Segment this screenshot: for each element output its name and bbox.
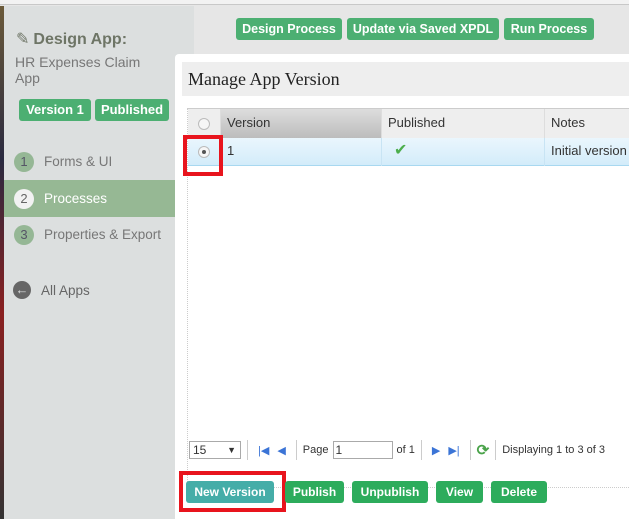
page-size-select[interactable]: 15 ▼	[189, 441, 241, 459]
design-process-button[interactable]: Design Process	[236, 18, 342, 40]
table-row[interactable]: 1 ✔ Initial version	[188, 138, 629, 166]
arrow-left-circle-icon: ←	[13, 281, 31, 299]
page-input[interactable]: 1	[332, 441, 393, 459]
nav-label: Processes	[44, 191, 108, 206]
page-count: of 1	[396, 444, 415, 456]
edit-icon: ✎	[16, 31, 30, 48]
version-badge: Version 1	[19, 99, 91, 121]
publish-button[interactable]: Publish	[285, 481, 344, 503]
divider	[420, 440, 422, 460]
version-cell: 1	[221, 138, 382, 166]
update-xpdl-button[interactable]: Update via Saved XPDL	[347, 18, 499, 40]
nav-forms-ui[interactable]: 1 Forms & UI	[4, 143, 175, 180]
design-app-title: ✎ Design App:	[16, 29, 127, 49]
pager: 15 ▼ |◀ ◀ Page 1 of 1 ▶ ▶| ⟳ Displaying 1…	[187, 438, 629, 462]
select-all-radio[interactable]	[198, 118, 210, 130]
column-header-published[interactable]: Published	[382, 109, 545, 139]
delete-button[interactable]: Delete	[491, 481, 547, 503]
step-number: 3	[14, 224, 34, 245]
column-header-notes[interactable]: Notes	[545, 109, 629, 139]
divider	[247, 440, 248, 460]
column-header-version[interactable]: Version	[221, 109, 382, 139]
page-size-value: 15	[193, 443, 207, 457]
published-check-icon: ✔	[382, 138, 545, 166]
top-strip	[0, 0, 629, 5]
notes-cell: Initial version	[551, 143, 627, 158]
step-number: 2	[14, 188, 34, 209]
run-process-button[interactable]: Run Process	[504, 18, 594, 40]
view-button[interactable]: View	[436, 481, 483, 503]
divider	[295, 440, 297, 460]
nav-properties-export[interactable]: 3 Properties & Export	[4, 216, 175, 253]
prev-page-icon[interactable]: ◀	[277, 444, 285, 457]
version-table: Version Published Notes 1 ✔ Initial vers…	[187, 108, 629, 488]
nav-label: Forms & UI	[44, 154, 113, 169]
all-apps-label: All Apps	[41, 282, 90, 298]
dropdown-arrow-icon: ▼	[227, 445, 236, 455]
display-count: Displaying 1 to 3 of 3	[502, 444, 605, 456]
refresh-icon[interactable]: ⟳	[477, 441, 490, 459]
nav-processes[interactable]: 2 Processes	[4, 180, 175, 217]
design-app-label: Design App:	[33, 31, 128, 48]
app-name: HR Expenses Claim App	[15, 54, 141, 86]
divider	[469, 440, 471, 460]
table-header: Version Published Notes	[188, 108, 629, 139]
nav-label: Properties & Export	[44, 227, 162, 242]
next-page-icon[interactable]: ▶	[432, 444, 440, 457]
highlight-box	[179, 471, 286, 512]
published-badge: Published	[95, 99, 169, 121]
unpublish-button[interactable]: Unpublish	[352, 481, 428, 503]
last-page-icon[interactable]: ▶|	[448, 444, 459, 457]
highlight-box	[183, 135, 223, 176]
all-apps-link[interactable]: ← All Apps	[13, 281, 90, 299]
first-page-icon[interactable]: |◀	[258, 444, 269, 457]
step-number: 1	[14, 151, 34, 172]
dialog-title: Manage App Version	[182, 62, 629, 96]
divider	[495, 440, 497, 460]
page-label: Page	[302, 444, 329, 456]
manage-app-version-dialog: Manage App Version Version Published Not…	[175, 54, 629, 519]
